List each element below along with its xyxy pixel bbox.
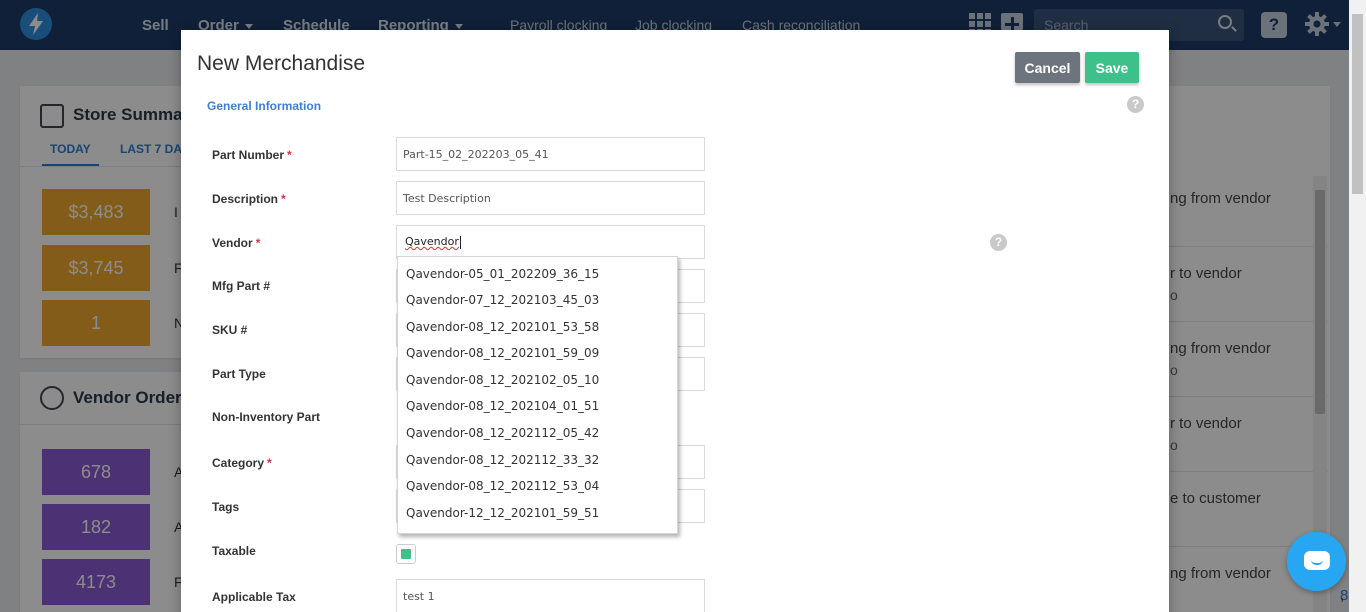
save-button[interactable]: Save: [1085, 52, 1139, 83]
vendor-input-value: Qavendor: [405, 235, 459, 248]
taxable-label: Taxable: [212, 544, 256, 558]
part-number-field: [396, 137, 705, 171]
chat-icon: [1304, 551, 1330, 570]
vendor-field[interactable]: Qavendor: [396, 225, 705, 259]
description-field: [396, 181, 705, 215]
vendor-autocomplete-dropdown: Qavendor-05_01_202209_36_15 Qavendor-07_…: [397, 256, 678, 534]
modal-title: New Merchandise: [197, 52, 366, 75]
applicable-tax-field: [396, 579, 705, 612]
window-scrollbar-thumb[interactable]: [1352, 14, 1363, 194]
non-inventory-part-label: Non-Inventory Part: [212, 410, 321, 424]
category-label: Category *: [212, 456, 272, 470]
vendor-option[interactable]: Qavendor-08_12_202112_53_04: [406, 479, 599, 493]
vendor-option[interactable]: Qavendor-05_01_202209_36_15: [406, 267, 599, 281]
label-text: Category: [212, 456, 265, 470]
description-label: Description *: [212, 192, 286, 206]
sku-label: SKU #: [212, 323, 248, 337]
vendor-option[interactable]: Qavendor-07_12_202103_45_03: [406, 293, 599, 307]
required-marker: *: [267, 456, 272, 470]
tags-label: Tags: [212, 500, 240, 514]
chat-button[interactable]: [1287, 532, 1346, 591]
taxable-checkbox[interactable]: [396, 544, 416, 564]
required-marker: *: [255, 236, 261, 250]
part-type-label: Part Type: [212, 367, 266, 381]
cancel-button[interactable]: Cancel: [1015, 52, 1080, 83]
description-input[interactable]: [403, 190, 693, 207]
applicable-tax-input[interactable]: [403, 588, 693, 605]
label-text: Part Number: [212, 148, 285, 162]
part-number-input[interactable]: [403, 146, 693, 163]
vendor-label: Vendor *: [212, 236, 260, 250]
vendor-option[interactable]: Qavendor-08_12_202112_33_32: [406, 453, 599, 467]
help-icon[interactable]: ?: [990, 234, 1007, 251]
vendor-option[interactable]: Qavendor-08_12_202104_01_51: [406, 399, 599, 413]
vendor-option[interactable]: Qavendor-08_12_202101_59_09: [406, 346, 599, 360]
section-general-information[interactable]: General Information: [207, 99, 321, 113]
text-cursor: [459, 235, 461, 249]
help-icon[interactable]: ?: [1127, 96, 1144, 113]
applicable-tax-label: Applicable Tax: [212, 590, 296, 604]
vendor-option[interactable]: Qavendor-08_12_202101_53_58: [406, 320, 599, 334]
required-marker: *: [287, 148, 292, 162]
label-text: Vendor: [212, 236, 253, 250]
vendor-option[interactable]: Qavendor-08_12_202102_05_10: [406, 373, 599, 387]
mfg-part-label: Mfg Part #: [212, 279, 271, 293]
vendor-input[interactable]: Qavendor: [405, 235, 461, 249]
vendor-option[interactable]: Qavendor-12_12_202101_59_51: [406, 506, 599, 520]
label-text: Description: [212, 192, 279, 206]
required-marker: *: [281, 192, 286, 206]
vendor-option[interactable]: Qavendor-08_12_202112_05_42: [406, 426, 599, 440]
part-number-label: Part Number *: [212, 148, 292, 162]
